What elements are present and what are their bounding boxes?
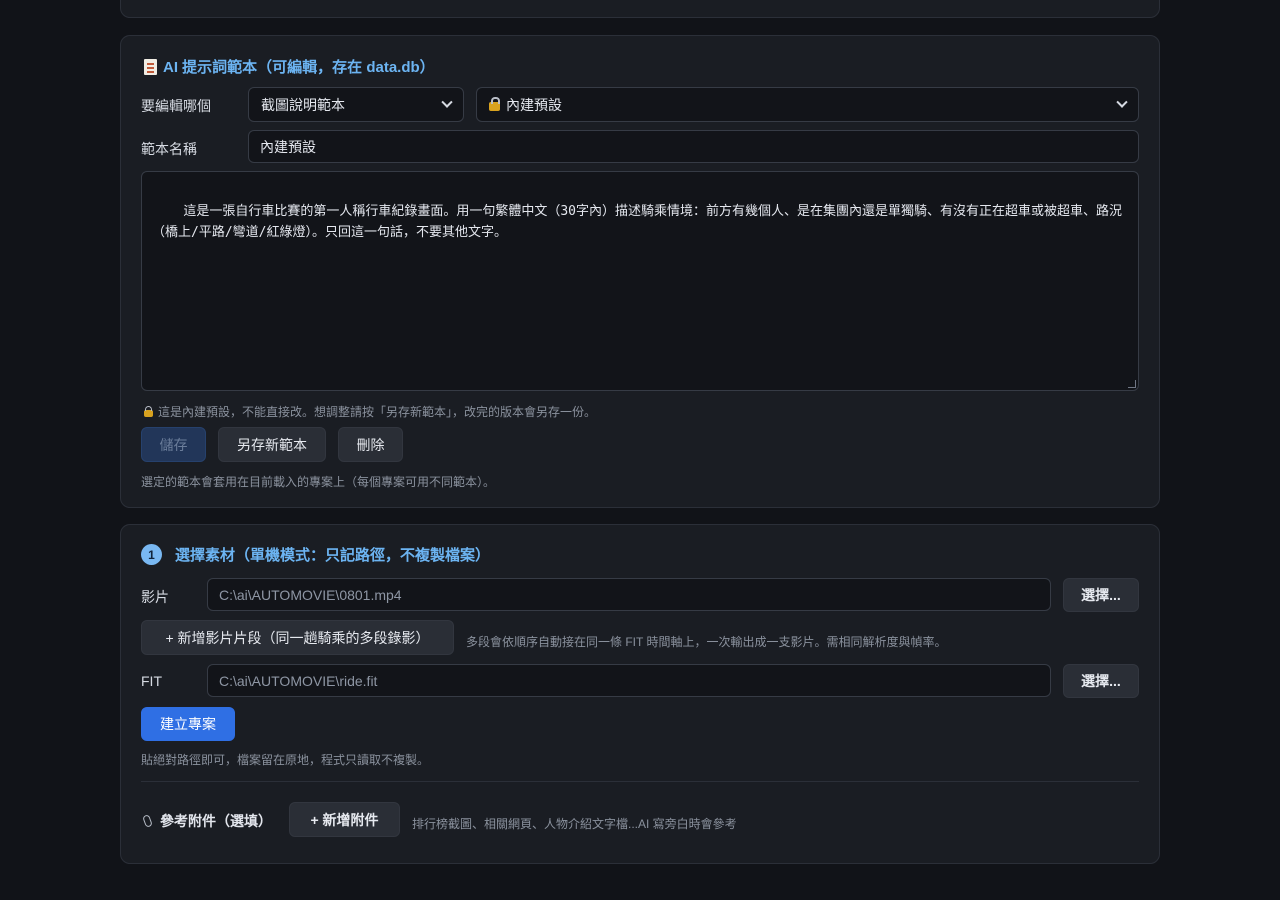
step-badge: 1 [141,544,162,565]
attachment-hint: 排行榜截圖、相關網頁、人物介紹文字檔...AI 寫旁白時會參考 [412,817,737,831]
add-attachment-button[interactable]: + 新增附件 [289,802,400,837]
template-name-label: 範本名稱 [141,141,197,157]
media-select-card: 1 選擇素材（單機模式：只記路徑，不複製檔案） 影片 C:\ai\AUTOMOV… [120,524,1160,864]
attachment-label: 參考附件（選填） [160,813,272,829]
video-choose-button[interactable]: 選擇... [1063,578,1139,612]
previous-card [120,0,1160,18]
chevron-down-icon [441,96,453,108]
lock-icon [489,97,500,111]
media-card-header: 1 選擇素材（單機模式：只記路徑，不複製檔案） [141,544,490,565]
delete-button[interactable]: 刪除 [338,427,403,462]
template-select[interactable]: 截圖說明範本 [248,87,464,122]
chevron-down-icon [1116,96,1128,108]
template-footer-hint: 選定的範本會套用在目前載入的專案上（每個專案可用不同範本）。 [141,475,496,489]
template-name-input[interactable]: 內建預設 [248,130,1139,163]
add-segment-hint: 多段會依順序自動接在同一條 FIT 時間軸上，一次輸出成一支影片。需相同解析度與… [466,635,947,649]
media-card-title: 選擇素材（單機模式：只記路徑，不複製檔案） [175,547,491,564]
prompt-textarea[interactable]: 這是一張自行車比賽的第一人稱行車紀錄畫面。用一句繁體中文（30字內）描述騎乘情境… [141,171,1139,391]
lock-icon [144,405,153,417]
fit-choose-button[interactable]: 選擇... [1063,664,1139,698]
divider [141,781,1139,782]
path-hint: 貼絕對路徑即可，檔案留在原地，程式只讀取不複製。 [141,753,430,767]
prompt-template-card: AI 提示詞範本（可編輯，存在 data.db） 要編輯哪個 截圖說明範本 內建… [120,35,1160,508]
add-segment-button[interactable]: + 新增影片片段（同一趟騎乘的多段錄影） [141,620,454,655]
preset-select[interactable]: 內建預設 [476,87,1139,122]
edit-which-label: 要編輯哪個 [141,98,211,114]
resize-handle[interactable] [1128,380,1136,388]
prompt-card-title: AI 提示詞範本（可編輯，存在 data.db） [144,56,435,77]
create-project-button[interactable]: 建立專案 [141,707,235,741]
fit-label: FIT [141,673,162,689]
document-icon [144,58,157,75]
builtin-notice: 這是內建預設，不能直接改。想調整請按「另存新範本」，改完的版本會另存一份。 [144,403,596,420]
paperclip-icon [142,814,153,828]
fit-path-input[interactable]: C:\ai\AUTOMOVIE\ride.fit [207,664,1051,697]
save-as-button[interactable]: 另存新範本 [218,427,326,462]
save-button[interactable]: 儲存 [141,427,206,462]
video-path-input[interactable]: C:\ai\AUTOMOVIE\0801.mp4 [207,578,1051,611]
attachment-label-group: 參考附件（選填） [142,811,272,831]
video-label: 影片 [141,589,169,605]
